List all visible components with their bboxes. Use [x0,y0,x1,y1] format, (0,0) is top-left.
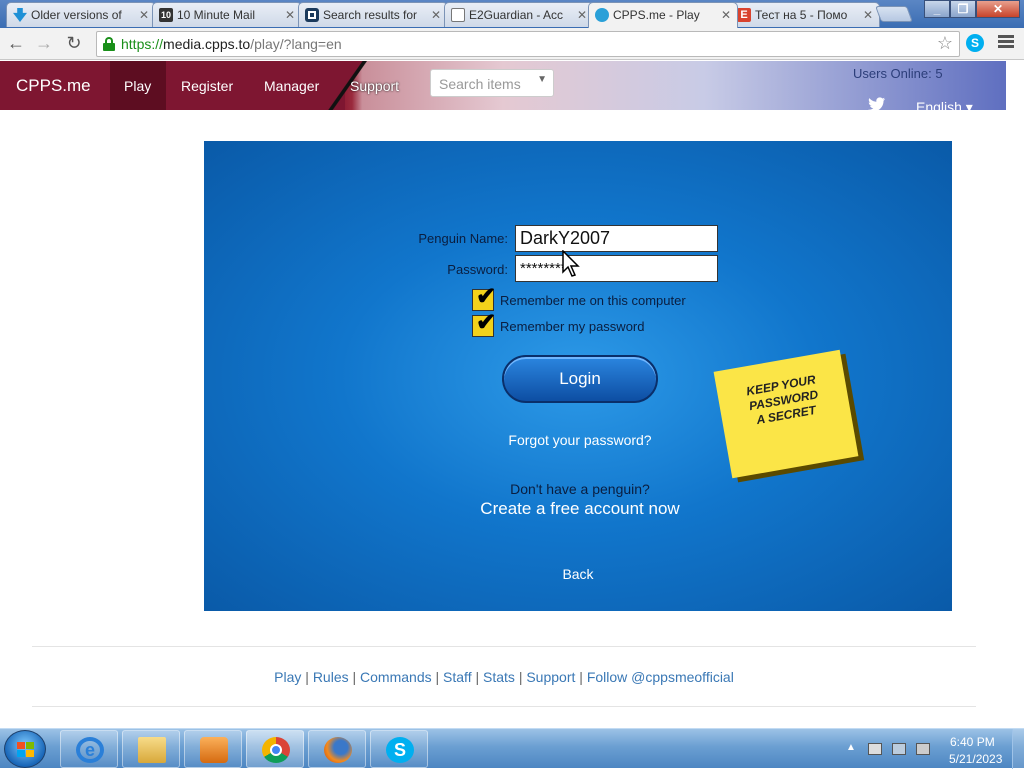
footer-divider-top [32,646,976,647]
tab-title: CPPS.me - Play [613,8,700,22]
mouse-cursor-icon [562,250,580,277]
footer-link-play[interactable]: Play [274,669,301,685]
footer-divider-bottom [32,706,976,707]
taskbar-chrome-active[interactable] [246,730,304,768]
browser-tab[interactable]: E2Guardian - Acc ✕ [444,2,594,27]
tab-title: Тест на 5 - Помо [755,8,848,22]
penguin-name-input[interactable]: DarkY2007 [515,225,718,252]
ten-minute-mail-favicon-icon: 10 [159,8,173,22]
minimize-button[interactable]: _ [924,0,950,18]
close-tab-icon[interactable]: ✕ [577,3,587,27]
login-button[interactable]: Login [502,355,658,403]
browser-tab[interactable]: 10 10 Minute Mail ✕ [152,2,302,27]
back-link[interactable]: Back [540,566,616,582]
footer-link-support[interactable]: Support [526,669,575,685]
browser-tab[interactable]: Older versions of ✕ [6,2,156,27]
password-input[interactable]: ******** [515,255,718,282]
clock-date[interactable]: 5/21/2023 [949,752,1002,766]
action-center-flag-icon[interactable] [868,743,882,755]
close-tab-icon[interactable]: ✕ [721,3,731,27]
chevron-down-icon: ▼ [537,74,547,85]
lock-icon [103,37,115,51]
footer-link-commands[interactable]: Commands [360,669,432,685]
windows-logo-icon [17,742,35,758]
close-window-button[interactable]: ✕ [976,0,1020,18]
test-site-favicon-icon: E [737,8,751,22]
taskbar-firefox[interactable] [308,730,366,768]
page-favicon-icon [451,8,465,22]
remember-password-checkbox[interactable]: ✔ [472,309,496,337]
cpps-favicon-icon [595,8,609,22]
password-secret-sticky-note: KEEP YOUR PASSWORD A SECRET [713,349,859,479]
close-tab-icon[interactable]: ✕ [285,3,295,27]
internet-explorer-icon: e [76,737,104,763]
create-account-link[interactable]: Create a free account now [440,499,720,519]
search-items-select[interactable]: Search items ▼ [430,69,554,97]
tab-title: Older versions of [31,8,122,22]
maximize-button[interactable]: ❐ [950,0,976,18]
footer-link-rules[interactable]: Rules [313,669,349,685]
no-penguin-text: Don't have a penguin? [510,481,650,497]
browser-toolbar: ← → ↻ https://media.cpps.to/play/?lang=e… [0,28,1024,60]
forward-arrow-icon[interactable]: → [32,32,56,56]
browser-tab[interactable]: E Тест на 5 - Помо ✕ [730,2,880,27]
forgot-password-link[interactable]: Forgot your password? [480,432,680,448]
site-brand[interactable]: CPPS.me [16,76,91,96]
chrome-icon [262,737,290,763]
checkmark-icon: ✔ [476,283,497,310]
reload-icon[interactable]: ↻ [62,32,86,56]
chrome-menu-icon[interactable] [998,35,1014,49]
taskbar-skype[interactable]: S [370,730,428,768]
footer-link-staff[interactable]: Staff [443,669,472,685]
nav-play[interactable]: Play [124,78,151,94]
back-arrow-icon[interactable]: ← [4,32,28,56]
address-bar[interactable]: https://media.cpps.to/play/?lang=en ☆ [96,31,960,57]
url-text: https://media.cpps.to/play/?lang=en [121,36,342,52]
windows-taskbar: e S ▲ 6:40 PM 5/21/2023 [0,728,1024,769]
close-tab-icon[interactable]: ✕ [139,3,149,27]
tab-title: E2Guardian - Acc [469,8,564,22]
tab-title: Search results for [323,8,418,22]
show-desktop-button[interactable] [1012,729,1024,769]
new-tab-button[interactable] [875,6,913,22]
footer-link-twitter[interactable]: Follow @cppsmeofficial [587,669,734,685]
show-hidden-icons-icon[interactable]: ▲ [846,742,860,754]
network-icon[interactable] [892,743,906,755]
nav-manager[interactable]: Manager [264,78,319,94]
folder-icon [138,737,166,763]
remember-me-label: Remember me on this computer [500,293,686,308]
site-navbar: CPPS.me Play Register Manager Support Se… [0,61,1006,115]
penguin-name-label: Penguin Name: [418,231,508,246]
language-dropdown[interactable]: English ▾ [916,99,973,116]
taskbar-internet-explorer[interactable]: e [60,730,118,768]
browser-tab-active[interactable]: CPPS.me - Play ✕ [588,2,738,28]
browser-tab-strip: Older versions of ✕ 10 10 Minute Mail ✕ … [0,0,1024,28]
start-button[interactable] [4,730,46,768]
close-tab-icon[interactable]: ✕ [863,3,873,27]
footer-link-stats[interactable]: Stats [483,669,515,685]
browser-tab[interactable]: Search results for ✕ [298,2,448,27]
window-controls: _ ❐ ✕ [924,0,1020,18]
footer-links: Play | Rules | Commands | Staff | Stats … [274,669,734,685]
taskbar-windows-explorer[interactable] [122,730,180,768]
firefox-icon [324,737,352,763]
skype-extension-icon[interactable]: S [966,34,984,52]
checkmark-icon: ✔ [476,309,497,336]
download-favicon-icon [13,8,27,22]
taskbar-media-player[interactable] [184,730,242,768]
media-player-icon [200,737,228,763]
password-label: Password: [447,262,508,277]
remember-password-label: Remember my password [500,319,645,334]
close-tab-icon[interactable]: ✕ [431,3,441,27]
clock-time[interactable]: 6:40 PM [950,735,995,749]
nav-support[interactable]: Support [350,78,399,94]
skype-icon: S [386,737,414,763]
twitter-icon[interactable] [868,97,886,114]
tab-title: 10 Minute Mail [177,8,256,22]
search-favicon-icon [305,8,319,22]
volume-muted-icon[interactable] [916,743,930,755]
bookmark-star-icon[interactable]: ☆ [937,33,953,54]
users-online-count: Users Online: 5 [853,66,943,81]
nav-register[interactable]: Register [181,78,233,94]
